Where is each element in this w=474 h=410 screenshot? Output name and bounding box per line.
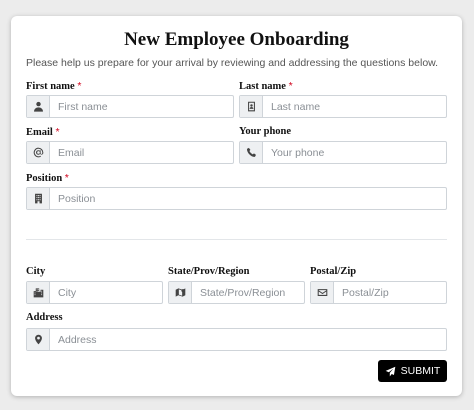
position-label: Position * [26,172,69,184]
postal-field [310,281,447,304]
map-icon [169,282,192,303]
at-icon [27,142,50,163]
email-input[interactable] [50,142,233,163]
email-label: Email * [26,126,60,138]
required-marker: * [77,80,82,92]
phone-input[interactable] [263,142,446,163]
position-field [26,187,447,210]
building-icon [27,188,50,209]
email-field [26,141,234,164]
phone-field [239,141,447,164]
last-name-label: Last name * [239,80,293,92]
required-marker: * [55,126,60,138]
submit-label: SUBMIT [400,365,441,377]
address-label: Address [26,312,63,323]
send-icon [385,366,395,376]
first-name-input[interactable] [50,96,233,117]
last-name-field [239,95,447,118]
phone-label: Your phone [239,126,292,137]
address-field [26,328,447,351]
form-title: New Employee Onboarding [124,29,349,50]
city-input[interactable] [50,282,162,303]
postal-input[interactable] [334,282,446,303]
phone-icon [240,142,263,163]
id-card-icon [240,96,263,117]
postal-label: Postal/Zip [310,266,357,277]
submit-button[interactable]: SUBMIT [378,360,447,382]
address-input[interactable] [50,329,446,350]
form-subtitle: Please help us prepare for your arrival … [26,57,439,69]
city-field [26,281,163,304]
position-input[interactable] [50,188,446,209]
state-field [168,281,305,304]
last-name-input[interactable] [263,96,446,117]
required-marker: * [288,80,293,92]
city-icon [27,282,50,303]
user-icon [27,96,50,117]
state-label: State/Prov/Region [168,266,250,277]
city-label: City [26,266,46,277]
section-divider [26,239,447,240]
map-pin-icon [27,329,50,350]
required-marker: * [64,172,69,184]
state-input[interactable] [192,282,304,303]
first-name-label: First name * [26,80,82,92]
envelope-icon [311,282,334,303]
first-name-field [26,95,234,118]
onboarding-form-card: New Employee Onboarding Please help us p… [11,16,462,396]
